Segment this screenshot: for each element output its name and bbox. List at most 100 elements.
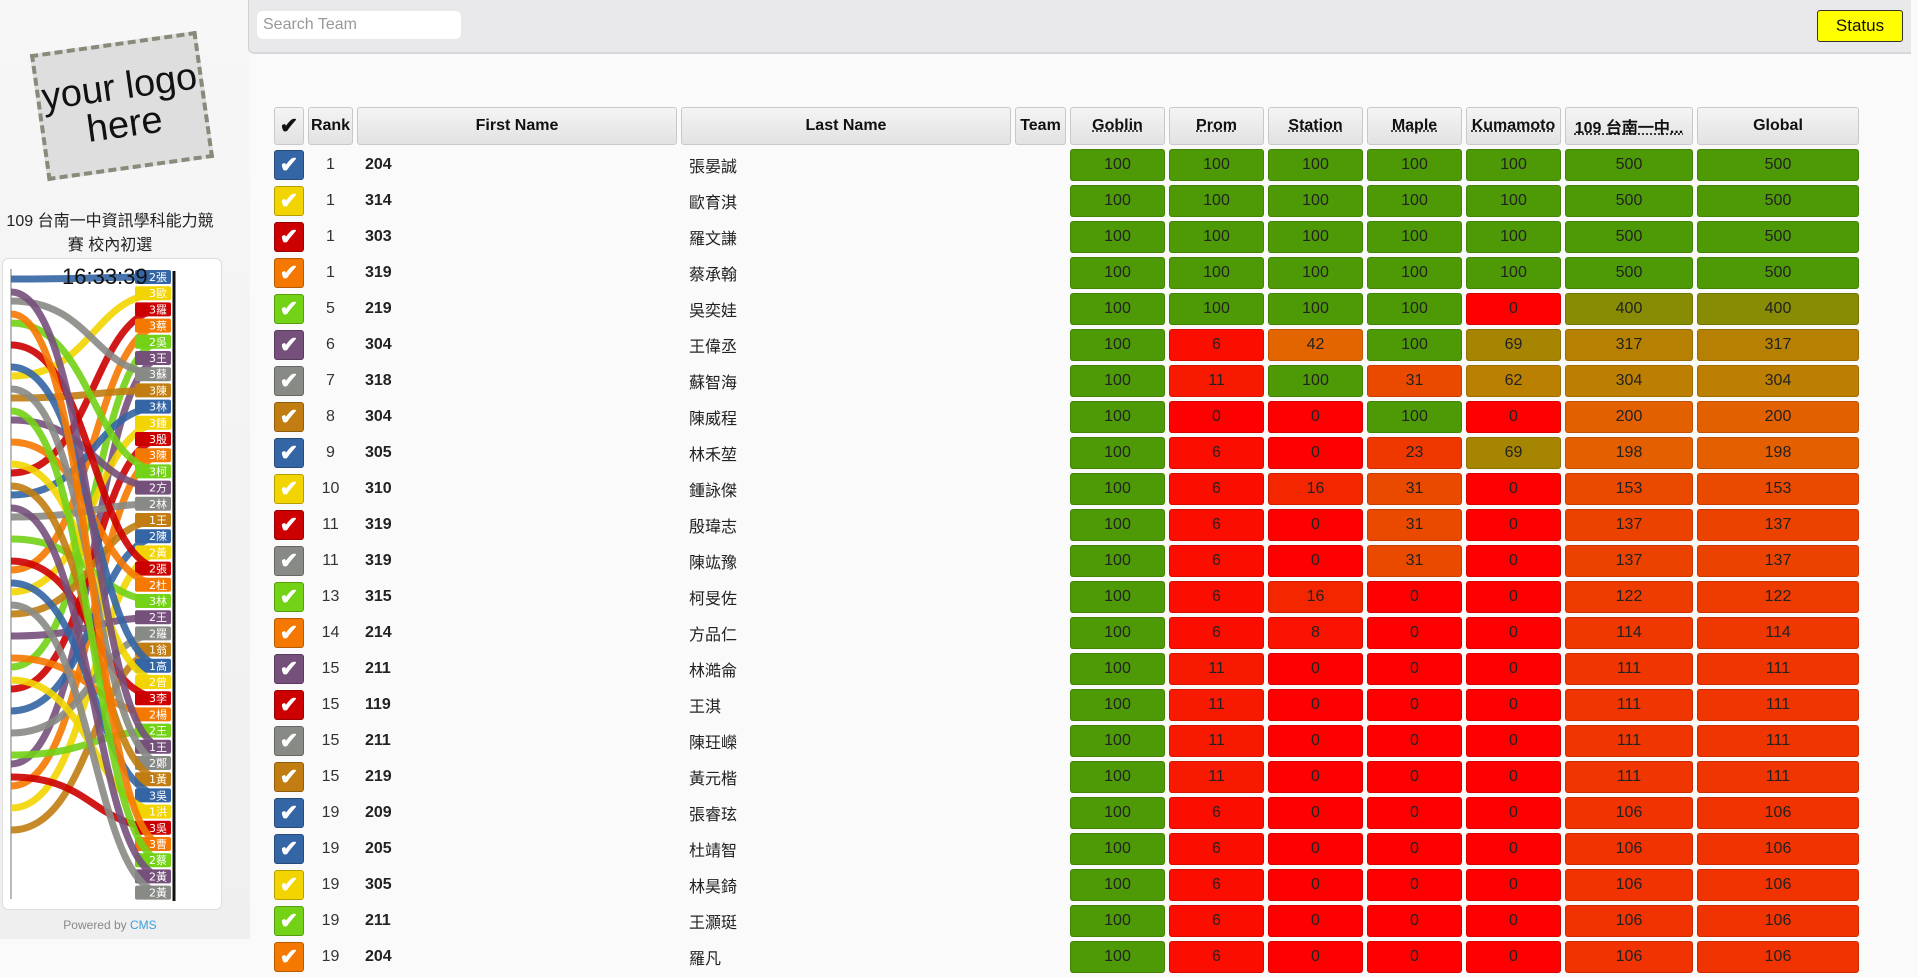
row-select-checkbox[interactable]: ✔ xyxy=(274,870,304,900)
table-row[interactable]: ✔ 15 211 林澔侖 100 11 0 0 0 111 111 xyxy=(274,653,1859,685)
first-name-cell[interactable]: 314 xyxy=(357,185,677,217)
last-name-cell[interactable]: 王偉丞 xyxy=(681,329,1011,361)
last-name-cell[interactable]: 陳玨嶸 xyxy=(681,725,1011,757)
select-all-checkbox[interactable]: ✔ xyxy=(274,107,304,145)
last-name-cell[interactable]: 鍾詠傑 xyxy=(681,473,1011,505)
task-maple-label[interactable]: Maple xyxy=(1392,117,1437,134)
table-row[interactable]: ✔ 9 305 林禾堃 100 6 0 23 69 198 198 xyxy=(274,437,1859,469)
row-select-checkbox[interactable]: ✔ xyxy=(274,186,304,216)
table-row[interactable]: ✔ 1 303 羅文謙 100 100 100 100 100 500 500 xyxy=(274,221,1859,253)
first-name-cell[interactable]: 209 xyxy=(357,797,677,829)
header-contest[interactable]: 109 台南一中... xyxy=(1565,107,1693,145)
task-kumamoto-label[interactable]: Kumamoto xyxy=(1472,117,1556,134)
row-select-checkbox[interactable]: ✔ xyxy=(274,294,304,324)
last-name-cell[interactable]: 林澔侖 xyxy=(681,653,1011,685)
header-task-goblin[interactable]: Goblin xyxy=(1070,107,1165,145)
first-name-cell[interactable]: 304 xyxy=(357,401,677,433)
first-name-cell[interactable]: 219 xyxy=(357,293,677,325)
header-first-name[interactable]: First Name xyxy=(357,107,677,145)
last-name-cell[interactable]: 林禾堃 xyxy=(681,437,1011,469)
first-name-cell[interactable]: 211 xyxy=(357,653,677,685)
table-row[interactable]: ✔ 15 211 陳玨嶸 100 11 0 0 0 111 111 xyxy=(274,725,1859,757)
table-row[interactable]: ✔ 1 314 歐育淇 100 100 100 100 100 500 500 xyxy=(274,185,1859,217)
first-name-cell[interactable]: 305 xyxy=(357,869,677,901)
table-row[interactable]: ✔ 5 219 吳奕娃 100 100 100 100 0 400 400 xyxy=(274,293,1859,325)
table-row[interactable]: ✔ 8 304 陳威程 100 0 0 100 0 200 200 xyxy=(274,401,1859,433)
header-task-kumamoto[interactable]: Kumamoto xyxy=(1466,107,1561,145)
first-name-cell[interactable]: 315 xyxy=(357,581,677,613)
last-name-cell[interactable]: 蔡承翰 xyxy=(681,257,1011,289)
row-select-checkbox[interactable]: ✔ xyxy=(274,942,304,972)
last-name-cell[interactable]: 羅凡 xyxy=(681,941,1011,973)
header-rank[interactable]: Rank xyxy=(308,107,353,145)
first-name-cell[interactable]: 119 xyxy=(357,689,677,721)
first-name-cell[interactable]: 219 xyxy=(357,761,677,793)
last-name-cell[interactable]: 王灝珽 xyxy=(681,905,1011,937)
last-name-cell[interactable]: 方品仁 xyxy=(681,617,1011,649)
last-name-cell[interactable]: 張晏誠 xyxy=(681,149,1011,181)
task-goblin-label[interactable]: Goblin xyxy=(1092,117,1143,134)
last-name-cell[interactable]: 吳奕娃 xyxy=(681,293,1011,325)
row-select-checkbox[interactable]: ✔ xyxy=(274,690,304,720)
row-select-checkbox[interactable]: ✔ xyxy=(274,834,304,864)
row-select-checkbox[interactable]: ✔ xyxy=(274,438,304,468)
last-name-cell[interactable]: 林昊錡 xyxy=(681,869,1011,901)
last-name-cell[interactable]: 陳竑豫 xyxy=(681,545,1011,577)
row-select-checkbox[interactable]: ✔ xyxy=(274,510,304,540)
contest-label[interactable]: 109 台南一中... xyxy=(1575,120,1683,137)
header-task-station[interactable]: Station xyxy=(1268,107,1363,145)
row-select-checkbox[interactable]: ✔ xyxy=(274,402,304,432)
table-row[interactable]: ✔ 1 204 張晏誠 100 100 100 100 100 500 500 xyxy=(274,149,1859,181)
first-name-cell[interactable]: 319 xyxy=(357,509,677,541)
search-team-input[interactable] xyxy=(257,11,461,39)
first-name-cell[interactable]: 318 xyxy=(357,365,677,397)
table-row[interactable]: ✔ 19 209 張睿玹 100 6 0 0 0 106 106 xyxy=(274,797,1859,829)
row-select-checkbox[interactable]: ✔ xyxy=(274,654,304,684)
first-name-cell[interactable]: 319 xyxy=(357,257,677,289)
table-row[interactable]: ✔ 19 204 羅凡 100 6 0 0 0 106 106 xyxy=(274,941,1859,973)
first-name-cell[interactable]: 211 xyxy=(357,905,677,937)
first-name-cell[interactable]: 305 xyxy=(357,437,677,469)
table-row[interactable]: ✔ 15 219 黃元楷 100 11 0 0 0 111 111 xyxy=(274,761,1859,793)
cms-link[interactable]: CMS xyxy=(130,918,157,932)
row-select-checkbox[interactable]: ✔ xyxy=(274,330,304,360)
first-name-cell[interactable]: 310 xyxy=(357,473,677,505)
row-select-checkbox[interactable]: ✔ xyxy=(274,618,304,648)
header-global[interactable]: Global xyxy=(1697,107,1859,145)
first-name-cell[interactable]: 214 xyxy=(357,617,677,649)
last-name-cell[interactable]: 殷瑋志 xyxy=(681,509,1011,541)
last-name-cell[interactable]: 歐育淇 xyxy=(681,185,1011,217)
first-name-cell[interactable]: 319 xyxy=(357,545,677,577)
first-name-cell[interactable]: 211 xyxy=(357,725,677,757)
table-row[interactable]: ✔ 10 310 鍾詠傑 100 6 16 31 0 153 153 xyxy=(274,473,1859,505)
table-row[interactable]: ✔ 19 205 杜靖智 100 6 0 0 0 106 106 xyxy=(274,833,1859,865)
row-select-checkbox[interactable]: ✔ xyxy=(274,546,304,576)
last-name-cell[interactable]: 陳威程 xyxy=(681,401,1011,433)
last-name-cell[interactable]: 張睿玹 xyxy=(681,797,1011,829)
header-team[interactable]: Team xyxy=(1015,107,1066,145)
row-select-checkbox[interactable]: ✔ xyxy=(274,762,304,792)
header-task-maple[interactable]: Maple xyxy=(1367,107,1462,145)
first-name-cell[interactable]: 205 xyxy=(357,833,677,865)
first-name-cell[interactable]: 304 xyxy=(357,329,677,361)
header-task-prom[interactable]: Prom xyxy=(1169,107,1264,145)
status-button[interactable]: Status xyxy=(1817,10,1903,42)
row-select-checkbox[interactable]: ✔ xyxy=(274,258,304,288)
table-row[interactable]: ✔ 14 214 方品仁 100 6 8 0 0 114 114 xyxy=(274,617,1859,649)
table-row[interactable]: ✔ 19 305 林昊錡 100 6 0 0 0 106 106 xyxy=(274,869,1859,901)
row-select-checkbox[interactable]: ✔ xyxy=(274,474,304,504)
last-name-cell[interactable]: 柯旻佐 xyxy=(681,581,1011,613)
table-row[interactable]: ✔ 11 319 殷瑋志 100 6 0 31 0 137 137 xyxy=(274,509,1859,541)
table-row[interactable]: ✔ 11 319 陳竑豫 100 6 0 31 0 137 137 xyxy=(274,545,1859,577)
table-row[interactable]: ✔ 7 318 蘇智海 100 11 100 31 62 304 304 xyxy=(274,365,1859,397)
last-name-cell[interactable]: 王淇 xyxy=(681,689,1011,721)
first-name-cell[interactable]: 204 xyxy=(357,941,677,973)
row-select-checkbox[interactable]: ✔ xyxy=(274,798,304,828)
row-select-checkbox[interactable]: ✔ xyxy=(274,366,304,396)
row-select-checkbox[interactable]: ✔ xyxy=(274,150,304,180)
last-name-cell[interactable]: 黃元楷 xyxy=(681,761,1011,793)
last-name-cell[interactable]: 羅文謙 xyxy=(681,221,1011,253)
row-select-checkbox[interactable]: ✔ xyxy=(274,726,304,756)
last-name-cell[interactable]: 杜靖智 xyxy=(681,833,1011,865)
row-select-checkbox[interactable]: ✔ xyxy=(274,222,304,252)
